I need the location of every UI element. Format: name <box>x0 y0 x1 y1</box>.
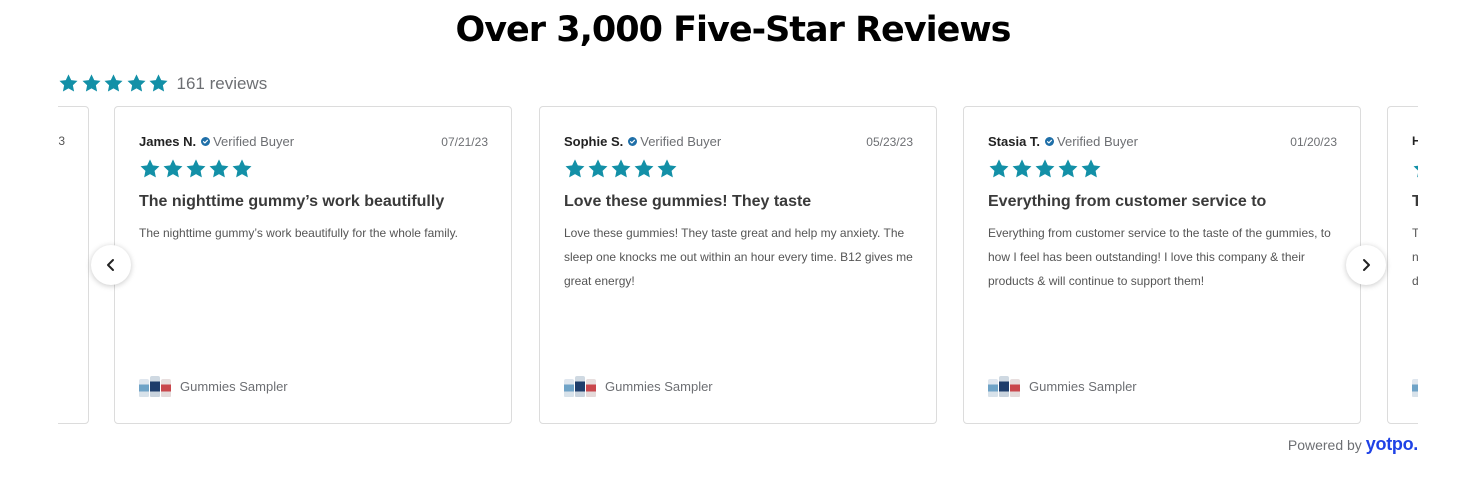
star-icon <box>103 73 124 94</box>
product-thumbnail <box>564 375 597 397</box>
review-body-line: T <box>1412 226 1418 240</box>
star-icon <box>1011 158 1033 180</box>
star-icon <box>139 158 161 180</box>
review-body: The nighttime gummy’s work beautifully f… <box>139 226 459 240</box>
product-thumbnail <box>988 375 1021 397</box>
review-header: Stasia T. Verified Buyer 01/20/23 <box>988 134 1337 149</box>
review-date: 05/23/23 <box>866 134 913 149</box>
star-icon <box>126 73 147 94</box>
review-stars <box>988 158 1103 180</box>
review-date: 07/21/23 <box>441 134 488 149</box>
rating-summary[interactable]: 161 reviews <box>58 73 267 94</box>
product-name[interactable]: Gummies Sampler <box>605 379 713 394</box>
product-link[interactable]: Gummies Sampler <box>988 375 1137 397</box>
verified-check-icon <box>201 137 211 146</box>
review-count[interactable]: 161 reviews <box>177 74 268 94</box>
review-title: T <box>1412 193 1418 210</box>
star-icon <box>1034 158 1056 180</box>
chevron-left-icon <box>104 258 118 272</box>
product-name[interactable]: Gummies Sampler <box>180 379 288 394</box>
star-icon <box>148 73 169 94</box>
star-icon <box>656 158 678 180</box>
review-title: Love these gummies! They taste <box>564 193 812 210</box>
star-icon <box>633 158 655 180</box>
review-header: James N. Verified Buyer 07/21/23 <box>139 134 488 149</box>
star-icon <box>564 158 586 180</box>
star-icon <box>208 158 230 180</box>
review-body-line: n <box>1412 250 1418 264</box>
review-body-line: d <box>1412 274 1418 288</box>
review-title: The nighttime gummy’s work beautifully <box>139 193 445 210</box>
star-icon <box>988 158 1010 180</box>
carousel-next-button[interactable] <box>1346 245 1386 285</box>
section-title: Over 3,000 Five-Star Reviews <box>455 10 1011 50</box>
star-icon <box>185 158 207 180</box>
carousel-prev-button[interactable] <box>91 245 131 285</box>
review-card: Sophie S. Verified Buyer 05/23/23 Love t… <box>539 106 937 424</box>
reviewer-name: Sophie S. <box>564 134 624 149</box>
verified-buyer-badge: Verified Buyer <box>1057 134 1138 149</box>
review-date: 3 <box>58 134 65 148</box>
powered-by-label: Powered by <box>1287 437 1362 453</box>
verified-check-icon <box>1045 137 1055 146</box>
review-stars <box>564 158 679 180</box>
product-link[interactable]: Gummies Sampler <box>139 375 288 397</box>
summary-stars <box>58 73 171 94</box>
review-date: 01/20/23 <box>1290 134 1337 149</box>
review-body: Love these gummies! They taste great and… <box>564 226 913 288</box>
star-icon <box>162 158 184 180</box>
review-card-partial-right: H T T n d <box>1387 106 1418 424</box>
verified-check-icon <box>628 137 638 146</box>
product-name[interactable]: Gummies Sampler <box>1029 379 1137 394</box>
product-link[interactable]: Gummies Sampler <box>564 375 713 397</box>
verified-buyer-badge: Verified Buyer <box>213 134 295 149</box>
product-thumbnail <box>1412 375 1418 397</box>
review-title: Everything from customer service to <box>988 193 1267 210</box>
reviewer-name: James N. <box>139 134 197 149</box>
yotpo-logo[interactable]: yotpo. <box>1366 434 1419 455</box>
reviewer-name: Stasia T. <box>988 134 1041 149</box>
review-card: Stasia T. Verified Buyer 01/20/23 Everyt… <box>963 106 1361 424</box>
star-icon <box>1057 158 1079 180</box>
review-card-partial-left: 3 <box>58 106 89 424</box>
reviewer-name: H <box>1412 134 1418 148</box>
chevron-right-icon <box>1359 258 1373 272</box>
review-card: James N. Verified Buyer 07/21/23 The nig… <box>114 106 512 424</box>
star-icon <box>231 158 253 180</box>
star-icon <box>587 158 609 180</box>
star-icon <box>1080 158 1102 180</box>
reviews-carousel: 3 James N. Verified Buyer 07/21/23 The n… <box>58 105 1418 427</box>
review-header: Sophie S. Verified Buyer 05/23/23 <box>564 134 913 149</box>
product-thumbnail <box>139 375 172 397</box>
review-stars <box>139 158 254 180</box>
star-icon <box>58 73 79 94</box>
review-body: Everything from customer service to the … <box>988 226 1331 288</box>
powered-by: Powered by yotpo. <box>1288 434 1418 455</box>
verified-buyer-badge: Verified Buyer <box>640 134 722 149</box>
star-icon <box>81 73 102 94</box>
star-icon <box>610 158 632 180</box>
star-icon <box>1412 158 1418 180</box>
